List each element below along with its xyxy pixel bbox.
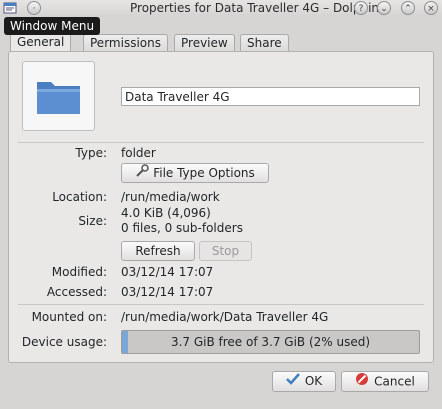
window-menu-icon[interactable] — [3, 1, 17, 15]
window-title: Properties for Data Traveller 4G – Dolph… — [130, 1, 380, 15]
device-usage-bar: 3.7 GiB free of 3.7 GiB (2% used) — [121, 330, 420, 354]
name-field[interactable] — [121, 87, 420, 106]
help-button[interactable]: ? — [354, 1, 368, 15]
folder-icon-button[interactable] — [22, 61, 95, 131]
stop-button: Stop — [199, 241, 252, 261]
folder-icon — [37, 82, 80, 114]
checkmark-icon — [285, 372, 300, 391]
type-value: folder — [121, 146, 156, 160]
size-label: Size: — [78, 214, 107, 228]
refresh-button[interactable]: Refresh — [121, 241, 195, 261]
tab-general[interactable]: General — [10, 33, 72, 52]
maximize-button[interactable]: ⌃ — [401, 1, 415, 15]
tab-preview[interactable]: Preview — [174, 34, 235, 51]
ok-label: OK — [304, 374, 323, 388]
separator — [18, 304, 424, 305]
cancel-icon — [355, 372, 369, 392]
close-button[interactable]: × — [424, 1, 438, 15]
location-value: /run/media/work — [121, 190, 220, 204]
file-type-options-label: File Type Options — [153, 166, 255, 180]
wrench-icon — [135, 164, 149, 183]
ok-button[interactable]: OK — [272, 371, 336, 392]
modified-label: Modified: — [51, 265, 107, 279]
accessed-label: Accessed: — [46, 285, 107, 299]
title-bar: · Properties for Data Traveller 4G – Dol… — [0, 0, 442, 17]
tab-permissions[interactable]: Permissions — [83, 34, 168, 51]
modified-value: 03/12/14 17:07 — [121, 265, 214, 279]
minimize-button[interactable]: ⌄ — [377, 1, 391, 15]
device-usage-label: Device usage: — [21, 335, 107, 349]
size-details: 0 files, 0 sub-folders — [121, 221, 243, 235]
location-label: Location: — [52, 190, 107, 204]
size-value: 4.0 KiB (4,096) — [121, 206, 211, 220]
tab-share[interactable]: Share — [240, 34, 289, 51]
device-usage-text: 3.7 GiB free of 3.7 GiB (2% used) — [170, 335, 371, 349]
mounted-value: /run/media/work/Data Traveller 4G — [121, 310, 329, 324]
pin-button[interactable]: · — [27, 1, 41, 15]
separator — [18, 142, 424, 143]
cancel-button[interactable]: Cancel — [341, 371, 429, 392]
type-label: Type: — [75, 146, 107, 160]
cancel-label: Cancel — [374, 374, 415, 389]
window-menu-tooltip: Window Menu — [4, 17, 101, 35]
mounted-label: Mounted on: — [31, 310, 107, 324]
file-type-options-button[interactable]: File Type Options — [121, 163, 269, 183]
accessed-value: 03/12/14 17:07 — [121, 285, 214, 299]
